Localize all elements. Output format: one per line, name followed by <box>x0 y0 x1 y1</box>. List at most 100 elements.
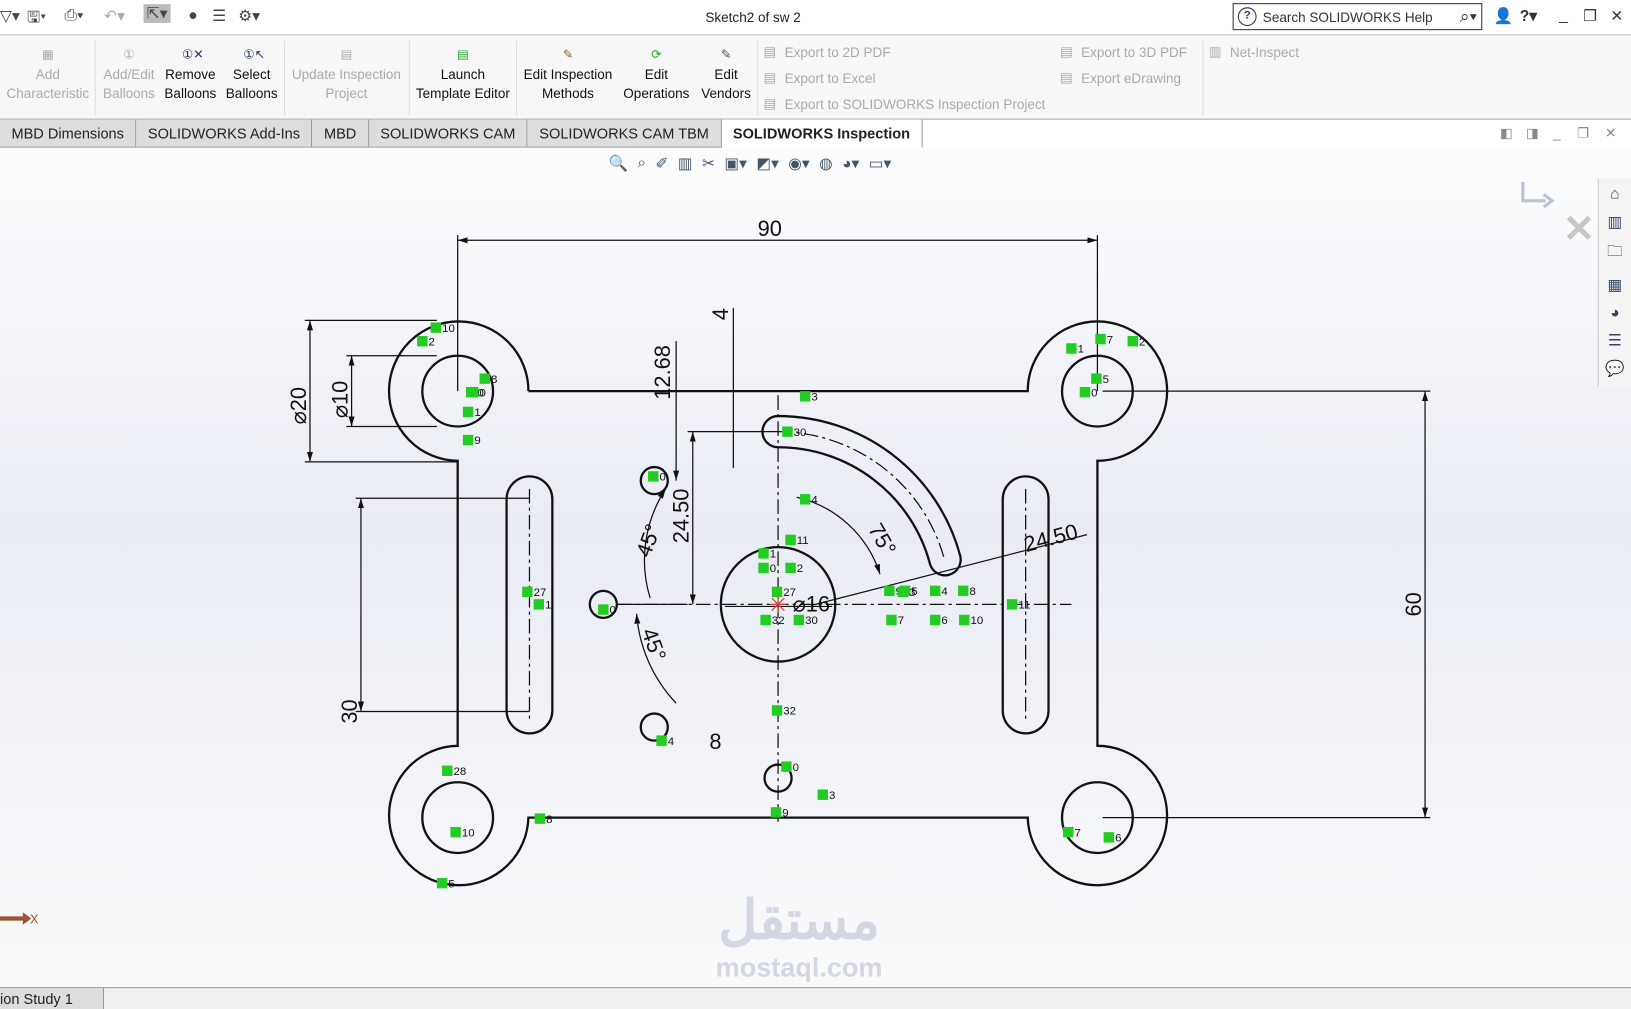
dim-vertical[interactable]: 24.50 <box>669 489 694 544</box>
relation-marker[interactable] <box>897 586 909 598</box>
relation-marker[interactable] <box>1091 373 1102 384</box>
relation-marker[interactable] <box>758 548 769 559</box>
dim-small[interactable]: 4 <box>708 308 733 320</box>
relation-label: 1 <box>474 407 480 419</box>
dim-width[interactable]: 90 <box>758 216 782 241</box>
launch-template-editor-button[interactable]: ▤ Launch Template Editor <box>412 47 514 103</box>
confirm-corner[interactable] <box>1521 182 1592 241</box>
relation-marker[interactable] <box>450 826 461 838</box>
doc-restore-button[interactable]: ❐ <box>1577 125 1589 142</box>
relation-marker[interactable] <box>656 735 667 746</box>
graphics-area[interactable]: ◧ ◨ _ ❐ ✕ 🔍 ⌕ ✐ ▥ ✂ ▣▾ ◩▾ ◉▾ ◍ ◕▾ ▭▾ ⌂ ▥ 🗀 ▦ ◕ ☰ 💬 <box>0 125 1631 988</box>
remove-balloons-button[interactable]: ①✕ Remove Balloons <box>162 47 218 103</box>
relation-label: 7 <box>898 615 904 627</box>
export-2d-pdf-button[interactable]: ▤ Export to 2D PDF <box>764 44 891 61</box>
relation-marker[interactable] <box>771 586 783 598</box>
relation-marker[interactable] <box>533 599 545 610</box>
relation-marker[interactable] <box>817 789 828 800</box>
relation-marker[interactable] <box>598 604 609 615</box>
relation-marker[interactable] <box>771 705 783 716</box>
relation-marker[interactable] <box>1079 386 1091 398</box>
tile-left-icon[interactable]: ◧ <box>1500 125 1513 142</box>
relation-marker[interactable] <box>1095 333 1106 345</box>
relation-marker[interactable] <box>1063 826 1074 838</box>
tab-solidworks-addins[interactable]: SOLIDWORKS Add-Ins <box>136 119 313 148</box>
relation-marker[interactable] <box>417 335 428 347</box>
relation-marker[interactable] <box>886 614 897 626</box>
export-excel-button[interactable]: ▤ Export to Excel <box>764 70 876 87</box>
relation-marker[interactable] <box>462 406 474 418</box>
relation-marker[interactable] <box>462 434 474 446</box>
user-icon[interactable]: 👤 <box>1494 6 1513 25</box>
add-edit-balloons-button[interactable]: ① Add/Edit Balloons <box>100 47 158 103</box>
dim-radial[interactable]: 24.50 <box>1021 519 1080 557</box>
dim-outer-dia[interactable]: ⌀20 <box>286 387 311 424</box>
relation-marker[interactable] <box>534 813 546 824</box>
study-tab[interactable]: ion Study 1 <box>0 988 105 1009</box>
tile-right-icon[interactable]: ◨ <box>1526 125 1539 142</box>
relation-label: 9 <box>782 808 788 820</box>
dim-arc-angle[interactable]: 75° <box>863 519 901 560</box>
relation-label: 32 <box>772 615 785 627</box>
restore-button[interactable]: ❐ <box>1583 6 1597 25</box>
export-3d-pdf-button[interactable]: ▤ Export to 3D PDF <box>1060 44 1187 61</box>
relation-marker[interactable] <box>959 614 970 626</box>
relation-marker[interactable] <box>468 386 479 398</box>
dim-center-dia[interactable]: ⌀16 <box>793 592 830 617</box>
tab-mbd[interactable]: MBD <box>312 119 369 148</box>
tab-solidworks-cam[interactable]: SOLIDWORKS CAM <box>368 119 528 148</box>
edit-inspection-methods-button[interactable]: ✎ Edit Inspection Methods <box>519 47 617 103</box>
relation-marker[interactable] <box>781 761 792 772</box>
relation-marker[interactable] <box>1127 335 1138 347</box>
edit-operations-button[interactable]: ⟳ Edit Operations <box>620 47 693 103</box>
relation-marker[interactable] <box>793 614 805 626</box>
relation-marker[interactable] <box>799 391 811 402</box>
relation-marker[interactable] <box>479 373 490 384</box>
search-icon[interactable]: ⌕▾ <box>1460 6 1477 27</box>
relation-marker[interactable] <box>648 471 659 482</box>
relation-marker[interactable] <box>929 585 941 597</box>
relation-marker[interactable] <box>799 494 811 505</box>
update-inspection-project-button[interactable]: ▤ Update Inspection Project <box>287 47 406 103</box>
tab-solidworks-cam-tbm[interactable]: SOLIDWORKS CAM TBM <box>527 119 722 148</box>
relation-marker[interactable] <box>760 614 771 626</box>
relation-marker[interactable] <box>1103 832 1115 843</box>
minimize-button[interactable]: _ <box>1559 6 1568 24</box>
relation-marker[interactable] <box>782 426 793 437</box>
relation-marker[interactable] <box>522 586 533 598</box>
doc-close-button[interactable]: ✕ <box>1605 125 1616 142</box>
close-button[interactable]: ✕ <box>1610 6 1623 25</box>
help-search-input[interactable]: ? Search SOLIDWORKS Help ⌕▾ <box>1232 3 1483 31</box>
export-icon: ▤ <box>763 43 777 60</box>
dim-angle-lower[interactable]: 45° <box>637 625 672 665</box>
tab-solidworks-inspection[interactable]: SOLIDWORKS Inspection <box>721 119 923 148</box>
relation-marker[interactable] <box>758 562 769 574</box>
dim-inner-dia[interactable]: ⌀10 <box>327 381 352 418</box>
select-balloon-icon: ①↖ <box>243 46 266 62</box>
dim-offset[interactable]: 12.68 <box>650 345 675 400</box>
add-characteristic-button[interactable]: ▦ Add Characteristic <box>4 47 91 103</box>
relation-marker[interactable] <box>1066 343 1077 354</box>
relation-marker[interactable] <box>785 562 796 574</box>
relation-marker[interactable] <box>430 322 442 333</box>
export-inspection-project-button[interactable]: ▤ Export to SOLIDWORKS Inspection Project <box>764 96 1046 113</box>
dim-slot-length[interactable]: 30 <box>337 699 362 723</box>
select-balloons-button[interactable]: ①↖ Select Balloons <box>223 47 281 103</box>
doc-minimize-button[interactable]: _ <box>1553 125 1561 141</box>
relation-marker[interactable] <box>958 585 969 597</box>
export-edrawing-button[interactable]: ▤ Export eDrawing <box>1060 70 1181 87</box>
dim-height[interactable]: 60 <box>1401 592 1426 616</box>
dim-angle-upper[interactable]: 45° <box>631 521 666 561</box>
relation-marker[interactable] <box>1006 599 1018 610</box>
dim-eight[interactable]: 8 <box>709 729 721 754</box>
relation-marker[interactable] <box>442 765 453 776</box>
relation-marker[interactable] <box>884 585 895 597</box>
edit-vendors-button[interactable]: ✎ Edit Vendors <box>697 47 755 103</box>
tab-mbd-dimensions[interactable]: MBD Dimensions <box>0 119 137 148</box>
relation-marker[interactable] <box>929 614 941 626</box>
net-inspect-button[interactable]: ▥ Net-Inspect <box>1209 44 1299 61</box>
relation-marker[interactable] <box>785 534 796 546</box>
relation-marker[interactable] <box>770 807 782 818</box>
help-menu-icon[interactable]: ?▾ <box>1520 6 1537 25</box>
relation-marker[interactable] <box>436 877 448 889</box>
